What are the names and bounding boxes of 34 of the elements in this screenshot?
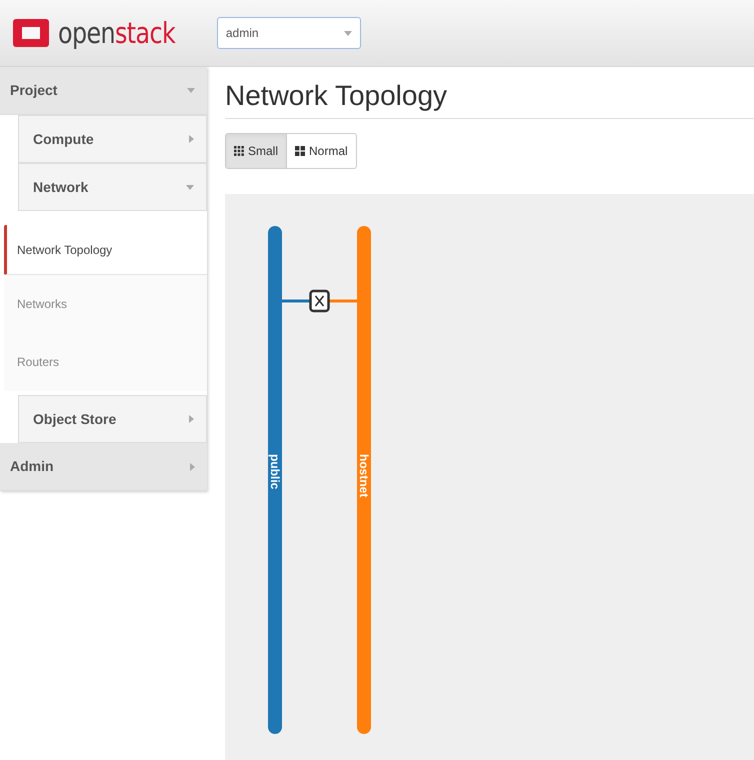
router-icon[interactable] [309, 290, 330, 312]
sidebar-group[interactable]: Network [18, 163, 207, 211]
nav-link[interactable]: Routers [4, 333, 207, 391]
network-bar[interactable] [268, 226, 282, 734]
view-toggle-button[interactable]: Small [225, 133, 288, 169]
caret-icon [344, 30, 352, 36]
grid-icon [234, 146, 244, 156]
sidebar-group[interactable]: Object Store [18, 395, 207, 443]
network-bar[interactable] [357, 226, 371, 734]
sidebar-section[interactable]: Admin [0, 443, 207, 491]
logo-icon [10, 16, 52, 50]
section-label: Admin [10, 457, 54, 476]
network-label: hostnet [357, 454, 371, 498]
page-title: Network Topology [225, 67, 754, 119]
caret-icon [187, 88, 195, 93]
nav-link[interactable]: Networks [4, 275, 207, 333]
connection-line [282, 300, 310, 302]
caret-icon [189, 415, 194, 423]
network-label: public [268, 454, 282, 490]
grid-icon [295, 146, 306, 156]
logo-text[interactable]: openstack [58, 18, 176, 48]
group-label: Network [33, 178, 88, 196]
group-label: Compute [33, 130, 94, 149]
group-label: Object Store [33, 410, 116, 429]
selected-value: admin [226, 25, 259, 42]
sidebar-group[interactable]: Compute [18, 115, 207, 163]
view-toggle-button[interactable]: Normal [286, 133, 357, 169]
project-dropdown[interactable]: admin [216, 17, 361, 49]
section-label: Project [10, 81, 58, 100]
connection-line [330, 300, 357, 302]
caret-icon [186, 184, 194, 190]
caret-icon [189, 135, 194, 143]
sidebar-section[interactable]: Project [0, 67, 207, 115]
caret-icon [190, 462, 195, 470]
